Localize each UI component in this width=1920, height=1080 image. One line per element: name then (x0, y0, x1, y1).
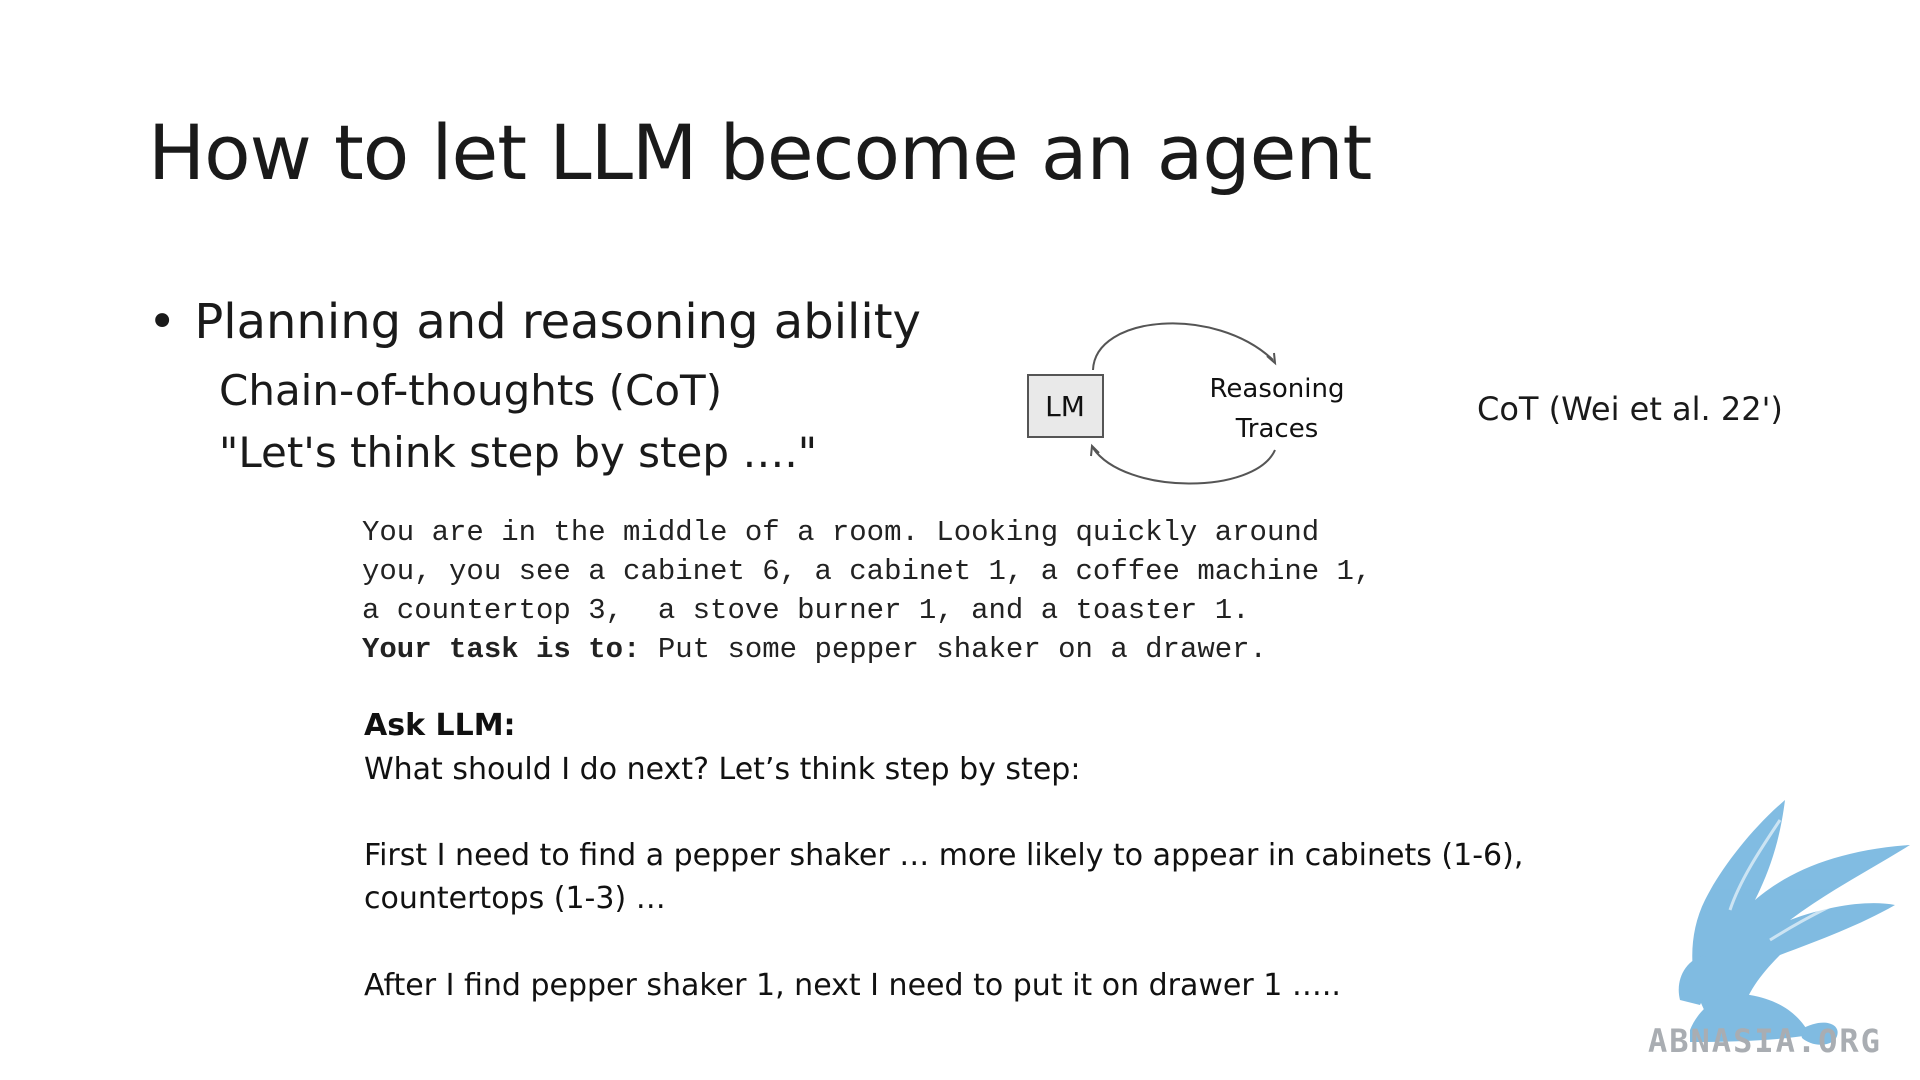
prompt-line: you, you see a cabinet 6, a cabinet 1, a… (362, 555, 1372, 588)
prompt-line: You are in the middle of a room. Looking… (362, 516, 1320, 549)
slide: How to let LLM become an agent • Planning… (0, 0, 1920, 1080)
traces-label-line2: Traces (1235, 414, 1319, 444)
bullet-text: Planning and reasoning ability (194, 294, 921, 350)
bullet-planning: • Planning and reasoning ability (148, 294, 921, 350)
ask-heading: Ask LLM: (364, 708, 516, 743)
prompt-line: a countertop 3, a stove burner 1, and a … (362, 594, 1250, 627)
citation: CoT (Wei et al. 22') (1477, 390, 1783, 428)
prompt-block: You are in the middle of a room. Looking… (362, 513, 1371, 669)
lm-label: LM (1045, 390, 1085, 423)
watermark-text: ABNASIA.ORG (1648, 1022, 1882, 1060)
task-text: Put some pepper shaker on a drawer. (640, 633, 1267, 666)
task-line: Your task is to: Put some pepper shaker … (362, 630, 1371, 669)
task-label: Your task is to: (362, 633, 641, 666)
ask-question: What should I do next? Let’s think step … (364, 752, 1081, 787)
top-arc-arrow (1092, 322, 1274, 371)
answer1-line1: First I need to find a pepper shaker … m… (364, 838, 1524, 873)
answer2: After I find pepper shaker 1, next I nee… (364, 968, 1341, 1003)
page-title: How to let LLM become an agent (148, 108, 1372, 197)
sub-line-cot: Chain-of-thoughts (CoT) (219, 366, 723, 415)
answer1-line2: countertops (1-3) … (364, 881, 666, 916)
bullet-symbol: • (148, 294, 177, 350)
lm-reasoning-diagram: LM Reasoning Traces (1027, 322, 1345, 485)
traces-label-line1: Reasoning (1210, 374, 1345, 404)
bottom-arc-arrow (1092, 447, 1276, 485)
sub-line-step-by-step: "Let's think step by step …." (219, 428, 818, 477)
